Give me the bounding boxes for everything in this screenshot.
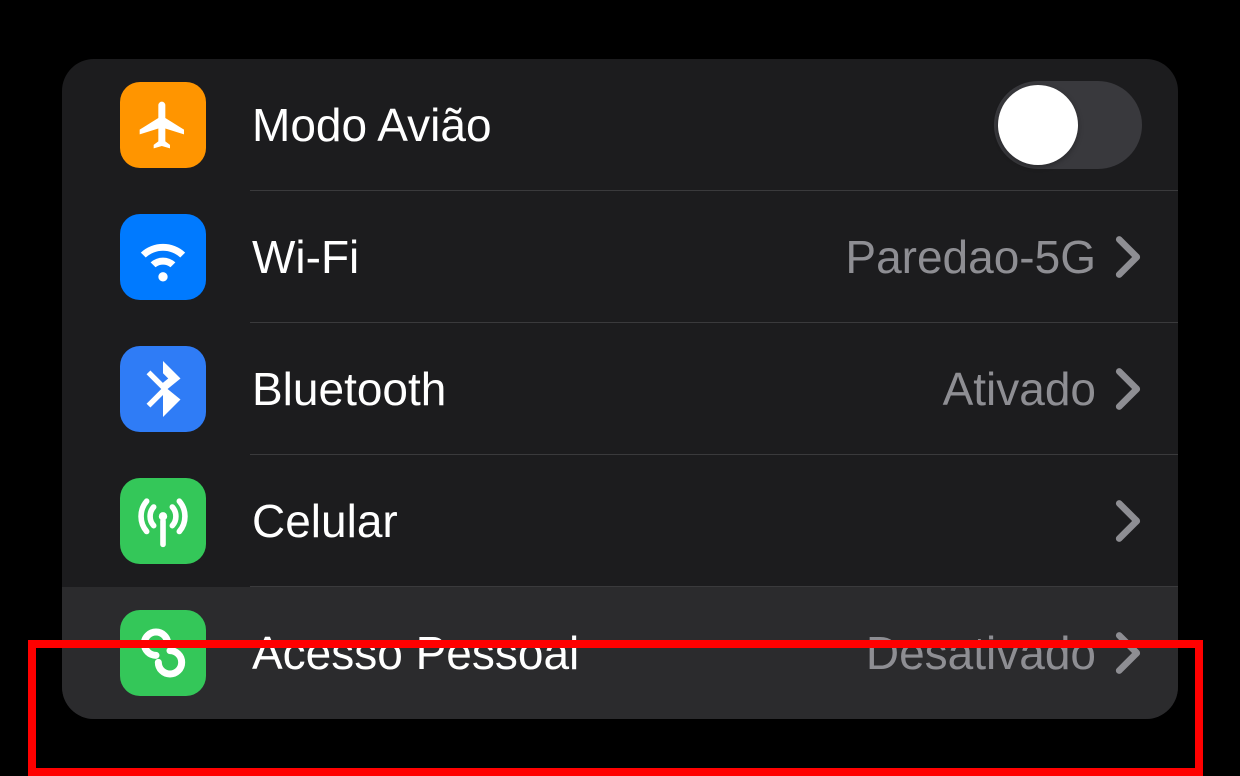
settings-connectivity-group: Modo Avião Wi-Fi Paredao-5G Bluetooth At… <box>62 59 1178 719</box>
airplane-toggle[interactable] <box>994 81 1142 169</box>
wifi-icon <box>120 214 206 300</box>
chevron-right-icon <box>1114 499 1142 543</box>
row-wifi[interactable]: Wi-Fi Paredao-5G <box>62 191 1178 323</box>
hotspot-label: Acesso Pessoal <box>252 626 866 680</box>
chevron-right-icon <box>1114 235 1142 279</box>
airplane-icon <box>120 82 206 168</box>
bluetooth-icon <box>120 346 206 432</box>
wifi-label: Wi-Fi <box>252 230 845 284</box>
row-airplane-mode[interactable]: Modo Avião <box>62 59 1178 191</box>
hotspot-value: Desativado <box>866 626 1096 680</box>
row-personal-hotspot[interactable]: Acesso Pessoal Desativado <box>62 587 1178 719</box>
row-cellular[interactable]: Celular <box>62 455 1178 587</box>
chevron-right-icon <box>1114 631 1142 675</box>
bluetooth-label: Bluetooth <box>252 362 943 416</box>
row-bluetooth[interactable]: Bluetooth Ativado <box>62 323 1178 455</box>
chevron-right-icon <box>1114 367 1142 411</box>
cellular-label: Celular <box>252 494 1114 548</box>
airplane-label: Modo Avião <box>252 98 994 152</box>
bluetooth-value: Ativado <box>943 362 1096 416</box>
hotspot-link-icon <box>120 610 206 696</box>
cellular-antenna-icon <box>120 478 206 564</box>
wifi-value: Paredao-5G <box>845 230 1096 284</box>
toggle-knob <box>998 85 1078 165</box>
